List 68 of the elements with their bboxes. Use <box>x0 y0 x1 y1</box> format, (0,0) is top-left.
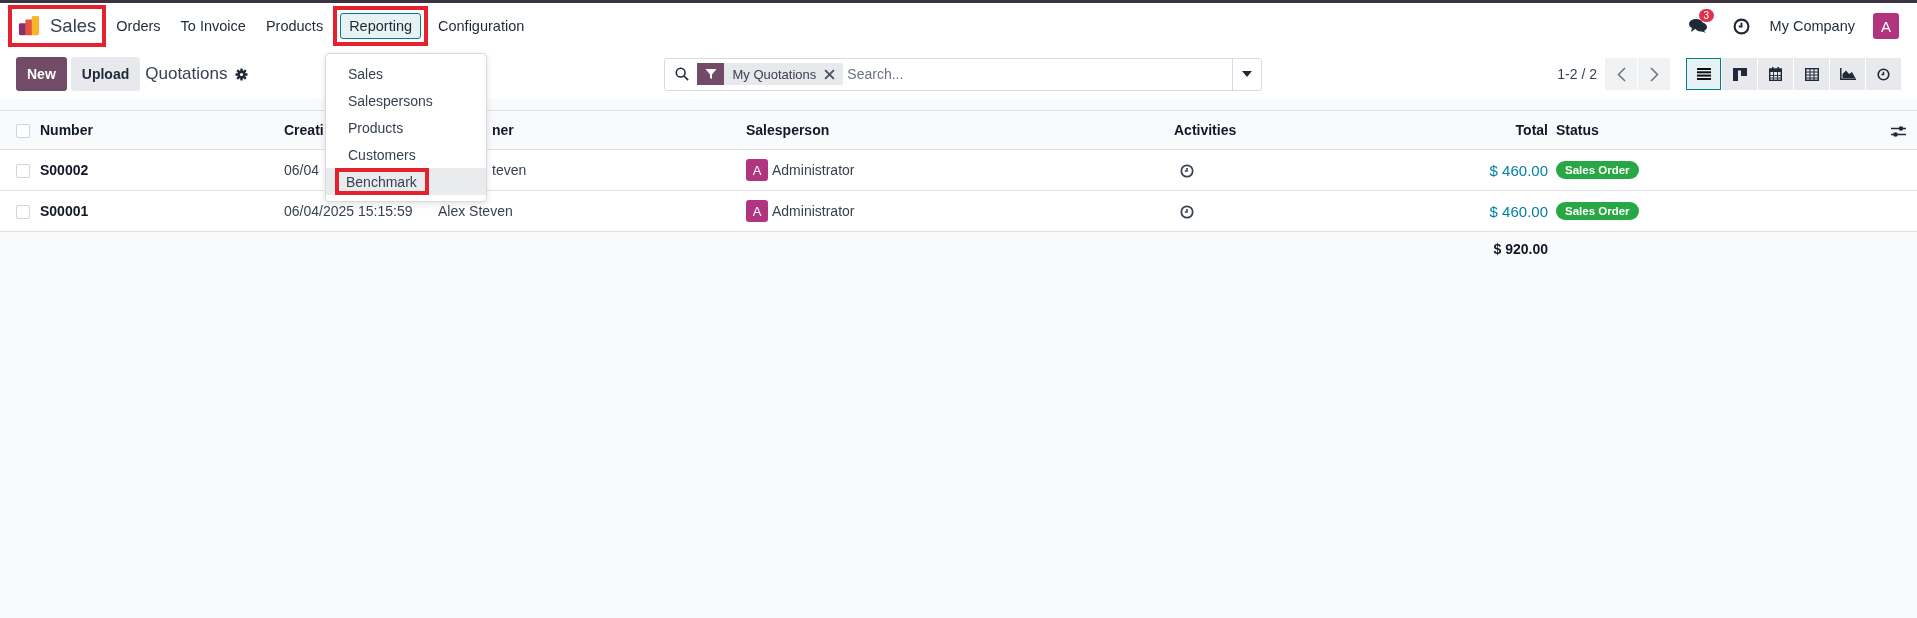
search-icon <box>675 67 690 81</box>
menu-item[interactable]: Products <box>334 119 414 136</box>
messages-button[interactable]: 3 <box>1688 9 1713 34</box>
table-cell: Alex Steven <box>438 203 513 219</box>
view-switch-button[interactable] <box>1686 58 1721 90</box>
logo-icon <box>18 15 40 37</box>
clock-icon[interactable] <box>1180 164 1194 179</box>
column-header[interactable]: Number <box>40 122 93 138</box>
table-cell: S00002 <box>40 162 89 178</box>
app-brand-link[interactable]: Sales <box>12 9 103 43</box>
caret-icon <box>1242 71 1253 77</box>
list-icon <box>1696 68 1711 80</box>
search-field[interactable]: My Quotations Search... <box>664 57 1263 91</box>
salesperson-name: Administrator <box>772 203 855 219</box>
menu-item[interactable]: Configuration <box>428 11 535 41</box>
menu-item[interactable]: To Invoice <box>170 11 256 41</box>
new-button[interactable]: New <box>16 57 67 91</box>
clock-icon <box>1877 67 1890 81</box>
facet-label: My Quotations <box>731 66 818 82</box>
menu-item[interactable]: Reporting <box>340 13 421 39</box>
chat-icon <box>1688 18 1707 34</box>
column-header[interactable]: Activities <box>1174 122 1237 138</box>
status-badge: Sales Order <box>1556 202 1639 220</box>
column-header[interactable]: Salesperson <box>746 122 830 138</box>
select-all-checkbox[interactable] <box>16 124 30 139</box>
menu-item[interactable]: Benchmark <box>339 173 425 190</box>
clock-icon[interactable] <box>1732 17 1750 35</box>
page-title: Quotations <box>145 64 228 84</box>
calendar-icon <box>1769 67 1782 81</box>
chevron-left-icon <box>1616 66 1626 82</box>
table-cell: teven <box>492 162 527 178</box>
menu-item[interactable]: Salespersons <box>334 92 443 109</box>
clock-icon[interactable] <box>1180 205 1194 220</box>
column-header[interactable]: Total <box>1515 122 1548 138</box>
column-header[interactable]: ner <box>492 122 514 138</box>
company-switcher[interactable]: My Company <box>1769 18 1855 34</box>
column-header[interactable]: Creati <box>284 122 324 138</box>
table-grid-icon <box>1804 67 1819 81</box>
menu-item[interactable]: Sales <box>334 65 394 82</box>
user-avatar: A <box>746 200 768 222</box>
menu-item[interactable]: Orders <box>106 11 171 41</box>
user-avatar: A <box>746 159 768 181</box>
menu-item[interactable]: Customers <box>334 146 426 163</box>
settings-icon[interactable] <box>235 67 249 81</box>
sum-total: $ 920.00 <box>1493 241 1548 258</box>
table-cell: S00001 <box>40 203 89 219</box>
pager-value[interactable]: 1-2 / 2 <box>1557 66 1597 82</box>
salesperson-name: Administrator <box>772 162 855 178</box>
status-badge: Sales Order <box>1556 161 1639 179</box>
notification-badge: 3 <box>1698 9 1715 22</box>
table-cell: $ 460.00 <box>1489 161 1548 179</box>
filter-facet[interactable]: My Quotations <box>697 63 844 85</box>
table-cell: 06/04/2025 15:15:59 <box>284 203 413 219</box>
area-chart-icon <box>1839 68 1856 80</box>
column-header[interactable]: Status <box>1556 122 1599 138</box>
sliders-icon[interactable] <box>1891 124 1906 138</box>
close-icon[interactable] <box>824 68 836 80</box>
row-checkbox[interactable] <box>16 205 30 220</box>
kanban-icon <box>1732 67 1747 81</box>
app-name: Sales <box>50 15 97 37</box>
row-checkbox[interactable] <box>16 164 30 179</box>
table-cell: 06/04 <box>284 162 320 178</box>
menu-item[interactable]: Products <box>255 11 334 41</box>
user-avatar[interactable]: A <box>1873 13 1899 39</box>
chevron-right-icon <box>1649 66 1659 82</box>
upload-button[interactable]: Upload <box>70 57 141 91</box>
filter-icon <box>705 68 717 80</box>
table-cell: $ 460.00 <box>1489 202 1548 220</box>
